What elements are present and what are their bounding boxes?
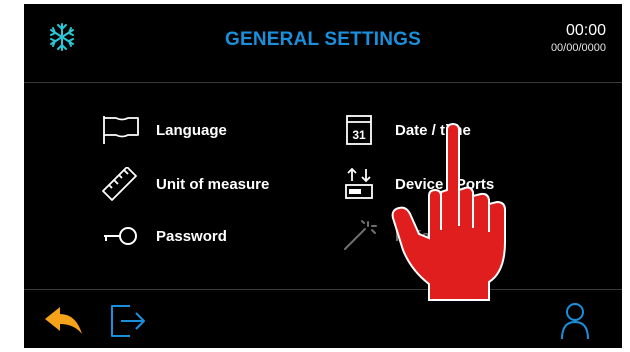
menu-item-initialization[interactable]: Initialization	[337, 219, 482, 253]
calendar-icon: 31	[346, 115, 372, 145]
menu-item-unit-of-measure[interactable]: Unit of measure	[98, 167, 269, 201]
port-transfer-icon	[345, 167, 373, 199]
menu-item-label: Date / time	[395, 121, 471, 139]
footer-divider	[24, 289, 622, 290]
logout-icon	[111, 305, 145, 337]
page-title: GENERAL SETTINGS	[224, 29, 422, 50]
ruler-icon	[102, 167, 137, 201]
back-arrow-icon	[45, 307, 82, 334]
back-button[interactable]	[42, 304, 88, 338]
menu-item-language[interactable]: Language	[98, 113, 227, 147]
settings-panel: GENERAL SETTINGS 00:00 00/00/0000 Langua…	[24, 4, 622, 348]
magic-wand-icon	[344, 220, 377, 250]
menu-item-label: Unit of measure	[156, 175, 270, 193]
user-button[interactable]	[558, 302, 592, 340]
flag-icon	[103, 116, 139, 144]
menu-item-device-ports[interactable]: Device / Ports	[337, 167, 494, 201]
menu-item-label: Language	[156, 121, 227, 139]
clock: 00:00 00/00/0000	[551, 22, 606, 56]
pointing-hand-icon	[391, 122, 506, 301]
logout-button[interactable]	[108, 300, 148, 340]
menu-item-date-time[interactable]: 31 Date / time	[337, 113, 471, 147]
header-divider	[24, 82, 622, 83]
device-screen: GENERAL SETTINGS 00:00 00/00/0000 Langua…	[0, 0, 630, 352]
clock-time: 00:00	[565, 22, 606, 39]
menu-item-label: Password	[156, 227, 227, 245]
user-icon	[561, 303, 589, 340]
clock-date: 00/00/0000	[550, 42, 606, 54]
header: GENERAL SETTINGS 00:00 00/00/0000	[24, 4, 622, 76]
menu-item-label: Initialization	[395, 227, 482, 245]
key-icon	[104, 227, 137, 245]
menu-item-label: Device / Ports	[395, 175, 495, 193]
calendar-day: 31	[352, 128, 366, 142]
menu-item-password[interactable]: Password	[98, 219, 227, 253]
